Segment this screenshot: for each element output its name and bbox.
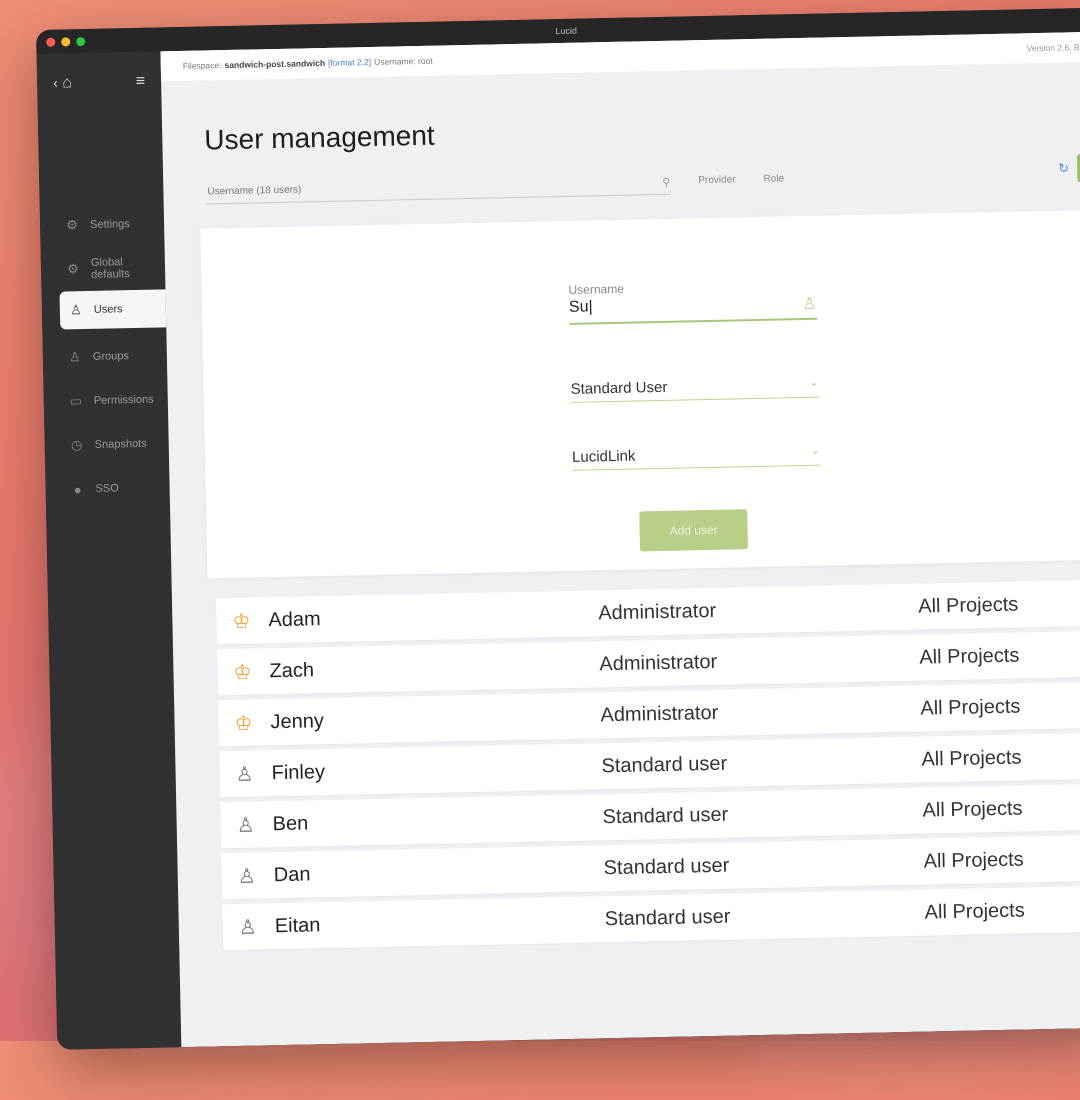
user-access: All Projects (923, 848, 1024, 873)
user-name: Ben (272, 811, 309, 835)
sidebar-item-global-defaults[interactable]: ⚙ Global defaults (41, 245, 166, 292)
chevron-left-icon: ‹ (52, 74, 58, 91)
user-name: Eitan (274, 913, 321, 937)
sidebar-item-groups[interactable]: ♙ Groups (42, 333, 167, 380)
circle-icon: ● (73, 481, 82, 497)
user-access: All Projects (918, 593, 1019, 618)
user-name: Adam (268, 607, 321, 631)
chevron-down-icon: ⌄ (810, 444, 821, 457)
admin-crown-icon: ♔ (233, 661, 252, 684)
username-field[interactable]: Su| ♙ (568, 293, 818, 325)
role-select-value: Standard User (570, 378, 668, 398)
back-home-button[interactable]: ‹ ⌂ (53, 74, 72, 92)
provider-select[interactable]: LucidLink ⌄ (571, 443, 821, 471)
hamburger-menu-icon[interactable]: ≡ (136, 73, 146, 91)
format-link[interactable]: [format 2.2] (328, 57, 371, 68)
sidebar-item-settings[interactable]: ⚙ Settings (40, 201, 165, 248)
sidebar-item-sso[interactable]: ● SSO (45, 465, 170, 512)
sidebar-item-permissions[interactable]: ▭ Permissions (43, 377, 168, 424)
user-icon: ♙ (237, 865, 256, 888)
search-icon[interactable]: ⚲ (662, 176, 670, 189)
user-name: Jenny (270, 709, 325, 733)
username-value: Su| (568, 298, 593, 316)
home-icon: ⌂ (62, 74, 73, 92)
user-role: Administrator (598, 599, 717, 624)
clock-icon: ◷ (70, 437, 83, 453)
user-role: Administrator (600, 701, 719, 726)
user-icon: ♙ (238, 916, 258, 939)
admin-crown-icon: ♔ (232, 610, 251, 633)
app-window: Lucid ‹ ⌂ ≡ ⚙ Settings ⚙ Global defaults… (36, 7, 1080, 1050)
sidebar-item-users[interactable]: ♙ Users (59, 289, 167, 330)
person-icon: ♙ (802, 295, 818, 314)
user-access: All Projects (924, 898, 1025, 924)
user-role: Standard user (601, 752, 728, 777)
username-info: Username: root (373, 55, 433, 67)
user-name: Finley (271, 760, 326, 784)
column-role[interactable]: Role (763, 173, 784, 192)
provider-select-value: LucidLink (571, 447, 636, 466)
role-select[interactable]: Standard User ⌄ (570, 375, 819, 403)
group-icon: ♙ (68, 349, 81, 365)
page-title: User management (204, 119, 435, 156)
add-user-button[interactable]: Add user (639, 509, 749, 552)
version-info: Version 2.6, B... (1026, 42, 1080, 54)
add-user-form: Username Su| ♙ Standard User ⌄ LucidLink… (200, 209, 1080, 579)
user-icon: ♙ (236, 814, 255, 837)
user-role: Standard user (602, 803, 729, 828)
user-access: All Projects (920, 695, 1021, 720)
globe-gear-icon: ⚙ (67, 261, 79, 277)
chevron-down-icon: ⌄ (809, 376, 819, 389)
user-name: Zach (269, 658, 315, 682)
search-input[interactable] (205, 176, 630, 199)
filespace-name: sandwich-post.sandwich (224, 57, 326, 71)
user-access: All Projects (919, 644, 1020, 669)
admin-crown-icon: ♔ (234, 712, 253, 735)
column-provider[interactable]: Provider (698, 174, 736, 194)
sidebar-item-snapshots[interactable]: ◷ Snapshots (44, 421, 169, 468)
main-content: Filespace: sandwich-post.sandwich [forma… (160, 31, 1080, 1048)
user-icon: ♙ (235, 763, 254, 786)
user-name: Dan (273, 862, 311, 886)
user-role: Standard user (604, 905, 731, 930)
sidebar: ‹ ⌂ ≡ ⚙ Settings ⚙ Global defaults ♙ Use… (36, 51, 182, 1050)
folder-lock-icon: ▭ (69, 393, 83, 409)
filter-bar: ⚲ Provider Role ↻ ✕ (205, 153, 1080, 205)
user-access: All Projects (922, 797, 1023, 822)
user-role: Administrator (599, 650, 718, 675)
refresh-icon[interactable]: ↻ (1058, 160, 1069, 176)
user-list: ♔ Adam Administrator All Projects ♔ Zach… (215, 579, 1080, 956)
user-access: All Projects (921, 746, 1022, 771)
user-role: Standard user (603, 854, 730, 879)
user-icon: ♙ (69, 302, 82, 318)
gear-icon: ⚙ (66, 217, 79, 233)
